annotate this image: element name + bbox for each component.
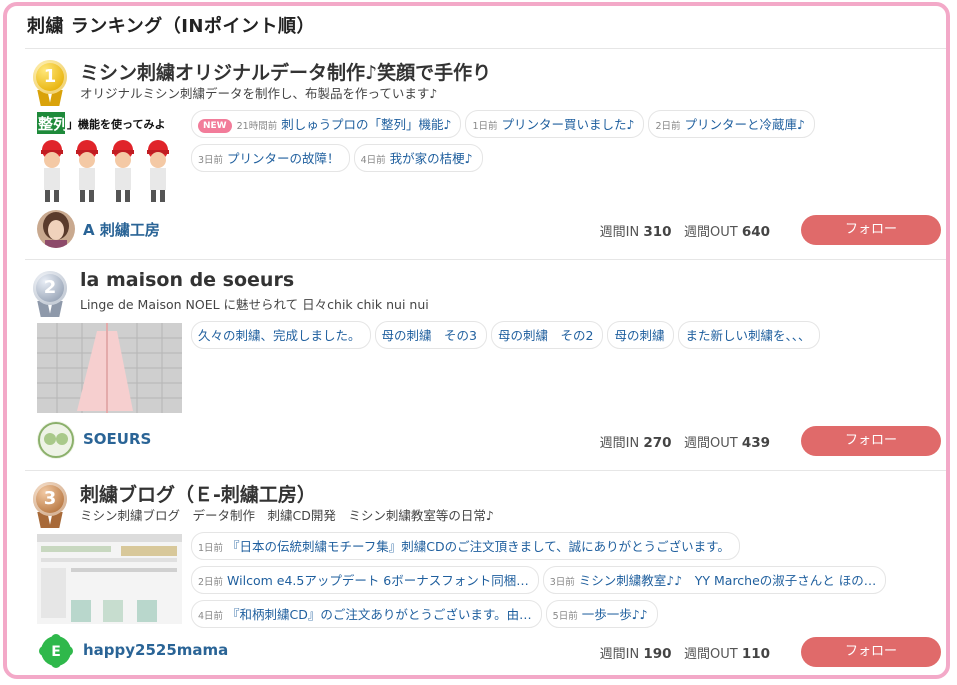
post-title: 『日本の伝統刺繍モチーフ集』刺繍CDのご注文頂きまして、誠にありがとうございます… [227, 539, 730, 554]
weekly-out-value: 110 [741, 646, 770, 662]
post-time: 4日前 [198, 611, 224, 622]
blog-description: ミシン刺繍ブログ データ制作 刺繍CD開発 ミシン刺繍教室等の日常♪ [80, 508, 494, 523]
post-link[interactable]: 母の刺繍 その2 [490, 321, 604, 349]
post-link[interactable]: 3日前 ミシン刺繍教室♪♪ YY Marcheの淑子さんと ほの… [542, 566, 887, 594]
blog-thumbnail[interactable] [37, 323, 182, 413]
recent-posts: 久々の刺繍、完成しました。 母の刺繍 その3 母の刺繍 その2 母の刺繍 また新しい刺繍… [191, 321, 946, 355]
post-title: 『和柄刺繍CD』のご注文ありがとうございます。由… [227, 607, 532, 622]
post-time: 2日前 [198, 577, 224, 588]
post-time: 1日前 [198, 543, 224, 554]
page-title: 刺繍 ランキング（INポイント順） [27, 16, 315, 37]
post-link[interactable]: 5日前 一歩一歩♪♪ [545, 600, 658, 628]
ranking-entry-1: 1 ミシン刺繍オリジナルデータ制作♪笑顔で手作り オリジナルミシン刺繍データを制… [25, 50, 946, 260]
weekly-in-label: 週間IN [599, 647, 640, 662]
blog-title-link[interactable]: 刺繍ブログ（Ｅ-刺繍工房） [80, 480, 316, 507]
post-time: 3日前 [198, 155, 224, 166]
post-link[interactable]: 4日前 我が家の桔梗♪ [353, 144, 483, 172]
post-link[interactable]: 母の刺繍 [607, 321, 675, 349]
weekly-out-label: 週間OUT [683, 436, 738, 451]
thumbnail-text: 整列 [38, 115, 68, 133]
post-title: 母の刺繍 [614, 328, 665, 343]
post-link[interactable]: 1日前 『日本の伝統刺繍モチーフ集』刺繍CDのご注文頂きまして、誠にありがとうござ… [191, 532, 740, 560]
avatar[interactable] [37, 210, 75, 248]
post-title: 我が家の桔梗♪ [389, 151, 473, 166]
blog-title-link[interactable]: la maison de soeurs [80, 269, 294, 291]
weekly-in-label: 週間IN [599, 225, 640, 240]
weekly-stats: 週間IN 270 週間OUT 439 [600, 432, 770, 451]
post-title: プリンターの故障！ [227, 151, 340, 166]
ranking-entry-3: 3 刺繍ブログ（Ｅ-刺繍工房） ミシン刺繍ブログ データ制作 刺繍CD開発 ミシ… [25, 472, 946, 675]
divider [25, 259, 946, 260]
post-title: プリンターと冷蔵庫♪ [684, 117, 805, 132]
post-title: 久々の刺繍、完成しました。 [198, 328, 361, 343]
post-title: 母の刺繍 その3 [381, 328, 477, 343]
weekly-out-value: 439 [741, 435, 770, 451]
divider [25, 48, 946, 49]
author-name-link[interactable]: SOEURS [83, 430, 151, 448]
post-title: また新しい刺繍を、、、 [685, 328, 811, 343]
post-time: 5日前 [552, 611, 578, 622]
bronze-medal-icon: 3 [33, 482, 67, 528]
follow-button[interactable]: フォロー [801, 426, 941, 456]
post-link[interactable]: 3日前 プリンターの故障！ [191, 144, 350, 172]
blog-description: オリジナルミシン刺繍データを制作し、布製品を作っています♪ [80, 86, 438, 101]
follow-button[interactable]: フォロー [801, 215, 941, 245]
post-link[interactable]: 母の刺繍 その3 [374, 321, 487, 349]
weekly-out-label: 週間OUT [683, 647, 738, 662]
author-name-link[interactable]: happy2525mama [83, 641, 228, 659]
post-time: 21時間前 [236, 121, 278, 132]
weekly-stats: 週間IN 190 週間OUT 110 [600, 643, 770, 662]
post-title: 母の刺繍 その2 [497, 328, 594, 343]
post-link[interactable]: 久々の刺繍、完成しました。 [191, 321, 371, 349]
post-title: プリンター買いました♪ [501, 117, 635, 132]
post-title: Wilcom e4.5アップデート 6ボーナスフォント同梱… [227, 573, 529, 588]
new-badge: NEW [198, 119, 232, 133]
svg-text:」機能を使ってみよ: 」機能を使ってみよ [67, 117, 165, 131]
gold-medal-icon: 1 [33, 60, 67, 106]
weekly-in-value: 310 [643, 224, 672, 240]
post-link[interactable]: 1日前 プリンター買いました♪ [465, 110, 645, 138]
post-link[interactable]: また新しい刺繍を、、、 [678, 321, 821, 349]
follow-button[interactable]: フォロー [801, 637, 941, 667]
weekly-in-value: 190 [643, 646, 672, 662]
rank-number: 2 [33, 271, 67, 305]
avatar[interactable] [37, 421, 75, 459]
recent-posts: NEW 21時間前 刺しゅうプロの「整列」機能♪ 1日前 プリンター買いました♪ 2日前プ… [191, 110, 946, 178]
rank-number: 3 [33, 482, 67, 516]
blog-thumbnail[interactable]: 整列 」機能を使ってみよ [37, 112, 182, 202]
post-link[interactable]: 2日前 プリンターと冷蔵庫♪ [648, 110, 815, 138]
avatar[interactable]: E [37, 632, 75, 670]
svg-text:E: E [51, 644, 61, 660]
post-title: ミシン刺繍教室♪♪ YY Marcheの淑子さんと ほの… [578, 573, 877, 588]
ranking-entry-2: 2 la maison de soeurs Linge de Maison NO… [25, 261, 946, 471]
post-link[interactable]: 2日前 Wilcom e4.5アップデート 6ボーナスフォント同梱… [191, 566, 539, 594]
blog-description: Linge de Maison NOEL に魅せられて 日々chik chik … [80, 297, 429, 312]
ranking-panel: 刺繍 ランキング（INポイント順） 1 ミシン刺繍オリジナルデータ制作♪笑顔で手… [3, 2, 950, 679]
weekly-out-value: 640 [741, 224, 770, 240]
post-time: 3日前 [549, 577, 575, 588]
post-link[interactable]: NEW 21時間前 刺しゅうプロの「整列」機能♪ [191, 110, 462, 138]
author-name-link[interactable]: A 刺繍工房 [83, 219, 160, 240]
weekly-in-value: 270 [643, 435, 672, 451]
post-time: 2日前 [655, 121, 681, 132]
blog-title-link[interactable]: ミシン刺繍オリジナルデータ制作♪笑顔で手作り [80, 58, 491, 85]
silver-medal-icon: 2 [33, 271, 67, 317]
rank-number: 1 [33, 60, 67, 94]
weekly-in-label: 週間IN [599, 436, 640, 451]
post-time: 1日前 [472, 121, 498, 132]
weekly-out-label: 週間OUT [683, 225, 738, 240]
post-title: 一歩一歩♪♪ [581, 607, 648, 622]
divider [25, 470, 946, 471]
recent-posts: 1日前 『日本の伝統刺繍モチーフ集』刺繍CDのご注文頂きまして、誠にありがとうござ… [191, 532, 946, 634]
weekly-stats: 週間IN 310 週間OUT 640 [600, 221, 770, 240]
blog-thumbnail[interactable] [37, 534, 182, 624]
post-link[interactable]: 4日前 『和柄刺繍CD』のご注文ありがとうございます。由… [191, 600, 542, 628]
post-title: 刺しゅうプロの「整列」機能♪ [281, 117, 452, 132]
post-time: 4日前 [360, 155, 386, 166]
